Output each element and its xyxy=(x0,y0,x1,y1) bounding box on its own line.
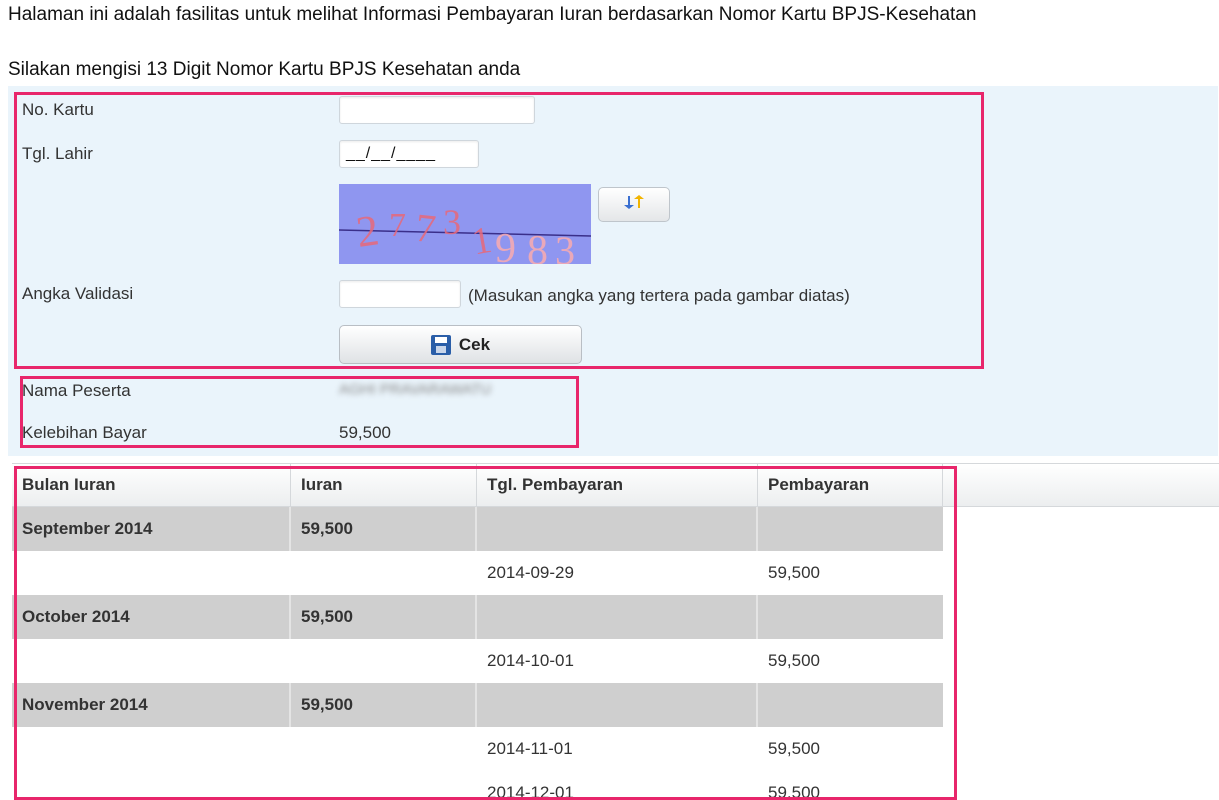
floppy-disk-icon xyxy=(430,334,451,355)
kelebihan-bayar-value: 59,500 xyxy=(339,423,391,442)
svg-text:3: 3 xyxy=(555,228,575,264)
table-row: October 2014 59,500 xyxy=(12,595,943,639)
cell-tgl: 2014-09-29 xyxy=(487,563,574,582)
refresh-captcha-button[interactable] xyxy=(598,187,670,222)
cek-button-label: Cek xyxy=(458,334,491,354)
cell-tgl xyxy=(477,507,758,551)
table-header: Bulan Iuran Iuran Tgl. Pembayaran Pembay… xyxy=(12,463,1219,507)
validation-hint: (Masukan angka yang tertera pada gambar … xyxy=(468,286,850,305)
captcha-image: 2 7 7 3 1 9 8 3 xyxy=(339,184,591,264)
cell-iuran xyxy=(291,727,477,771)
table-row: November 2014 59,500 xyxy=(12,683,943,727)
angka-validasi-input[interactable] xyxy=(339,280,461,308)
cell-bayar: 59,500 xyxy=(768,739,820,758)
no-kartu-input[interactable] xyxy=(339,96,535,124)
cell-bayar xyxy=(758,595,943,639)
cell-tgl: 2014-11-01 xyxy=(487,739,573,758)
cell-iuran: 59,500 xyxy=(291,507,477,551)
cell-bulan: November 2014 xyxy=(12,683,291,727)
cell-bulan xyxy=(12,771,291,800)
header-pembayaran[interactable]: Pembayaran xyxy=(758,464,943,506)
table-row: 2014-12-01 59,500 xyxy=(12,771,943,800)
tgl-lahir-label: Tgl. Lahir xyxy=(22,144,93,163)
svg-text:9: 9 xyxy=(495,226,516,264)
svg-text:7: 7 xyxy=(389,207,406,244)
table-row: 2014-11-01 59,500 xyxy=(12,727,943,771)
svg-text:8: 8 xyxy=(527,228,548,264)
cell-bulan: September 2014 xyxy=(12,507,291,551)
instruction-text: Silakan mengisi 13 Digit Nomor Kartu BPJ… xyxy=(8,59,521,80)
cell-tgl xyxy=(477,595,758,639)
intro-text: Halaman ini adalah fasilitas untuk melih… xyxy=(8,4,977,25)
cell-bayar xyxy=(758,683,943,727)
cell-bulan: October 2014 xyxy=(12,595,291,639)
header-iuran[interactable]: Iuran xyxy=(291,464,477,506)
kelebihan-bayar-label: Kelebihan Bayar xyxy=(22,423,147,442)
cell-tgl: 2014-10-01 xyxy=(487,651,574,670)
header-tgl-pembayaran[interactable]: Tgl. Pembayaran xyxy=(477,464,758,506)
cell-bayar xyxy=(758,507,943,551)
cell-tgl: 2014-12-01 xyxy=(487,783,574,800)
cell-iuran: 59,500 xyxy=(291,595,477,639)
svg-text:2: 2 xyxy=(353,205,382,257)
tgl-lahir-input[interactable]: __/__/____ xyxy=(339,140,479,168)
nama-peserta-value: AGHI PRAVARAWATU xyxy=(339,381,492,398)
cell-bayar: 59,500 xyxy=(768,563,820,582)
cell-iuran: 59,500 xyxy=(291,683,477,727)
table-row: September 2014 59,500 xyxy=(12,507,943,551)
cell-iuran xyxy=(291,771,477,800)
cell-bulan xyxy=(12,551,291,595)
payment-table: Bulan Iuran Iuran Tgl. Pembayaran Pembay… xyxy=(12,463,1219,800)
svg-text:7: 7 xyxy=(413,205,438,252)
cell-bayar: 59,500 xyxy=(768,651,820,670)
table-row: 2014-10-01 59,500 xyxy=(12,639,943,683)
form-panel: No. Kartu Tgl. Lahir __/__/____ Angka Va… xyxy=(8,86,1218,456)
angka-validasi-label: Angka Validasi xyxy=(22,284,134,303)
cell-bayar: 59,500 xyxy=(768,783,820,800)
cell-iuran xyxy=(291,551,477,595)
nama-peserta-label: Nama Peserta xyxy=(22,381,131,400)
cek-button[interactable]: Cek xyxy=(339,325,582,364)
svg-text:3: 3 xyxy=(443,202,461,242)
no-kartu-label: No. Kartu xyxy=(22,100,94,119)
cell-bulan xyxy=(12,639,291,683)
svg-text:1: 1 xyxy=(469,219,495,264)
table-row: 2014-09-29 59,500 xyxy=(12,551,943,595)
header-bulan-iuran[interactable]: Bulan Iuran xyxy=(12,464,291,506)
captcha-graphic: 2 7 7 3 1 9 8 3 xyxy=(339,202,591,264)
refresh-arrows-icon xyxy=(620,194,648,215)
cell-iuran xyxy=(291,639,477,683)
cell-bulan xyxy=(12,727,291,771)
cell-tgl xyxy=(477,683,758,727)
